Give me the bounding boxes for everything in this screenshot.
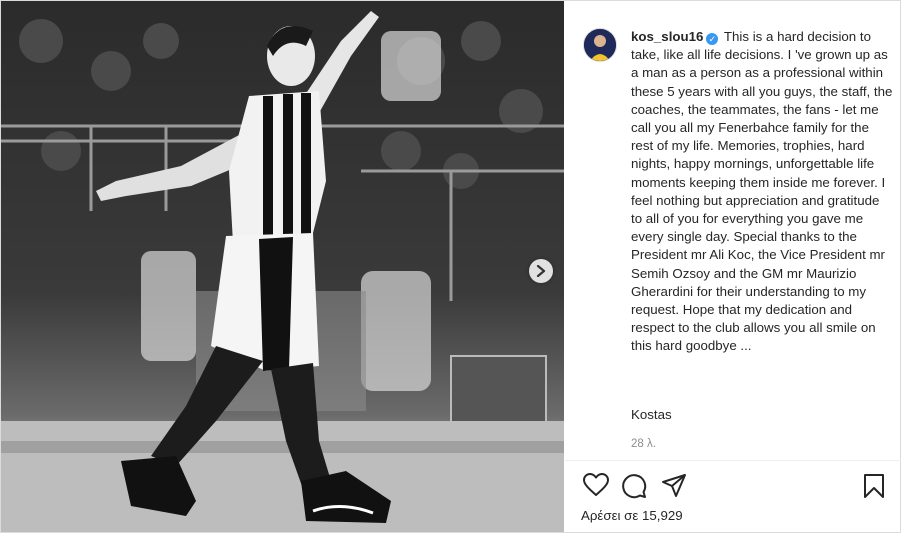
avatar-image [584,29,616,61]
caption-text: This is a hard decision to take, like al… [631,29,893,354]
basketball-player-photo [1,1,564,532]
comment-icon [622,474,647,499]
paper-plane-icon [662,474,686,497]
comment-button[interactable] [621,473,647,504]
bookmark-icon [864,474,884,498]
share-button[interactable] [661,473,687,504]
chevron-right-icon [536,265,546,277]
caption-signoff: Kostas [631,407,672,422]
post-caption: kos_slou16 ✓ This is a hard decision to t… [631,28,893,356]
post-sidebar: kos_slou16 ✓ This is a hard decision to t… [565,1,901,532]
verified-badge-icon: ✓ [706,33,719,45]
like-button[interactable] [583,473,609,502]
divider [565,460,901,461]
username-link[interactable]: kos_slou16 [631,29,703,44]
caption-section: kos_slou16 ✓ This is a hard decision to t… [565,1,901,461]
likes-count[interactable]: Αρέσει σε 15,929 [581,508,683,523]
instagram-post: kos_slou16 ✓ This is a hard decision to t… [0,0,901,533]
avatar[interactable] [583,28,617,62]
post-photo[interactable] [1,1,564,532]
carousel-next-button[interactable] [529,259,553,283]
save-button[interactable] [863,473,885,504]
action-bar [581,473,891,499]
heart-icon [583,473,609,496]
timestamp[interactable]: 28 λ. [631,438,656,450]
